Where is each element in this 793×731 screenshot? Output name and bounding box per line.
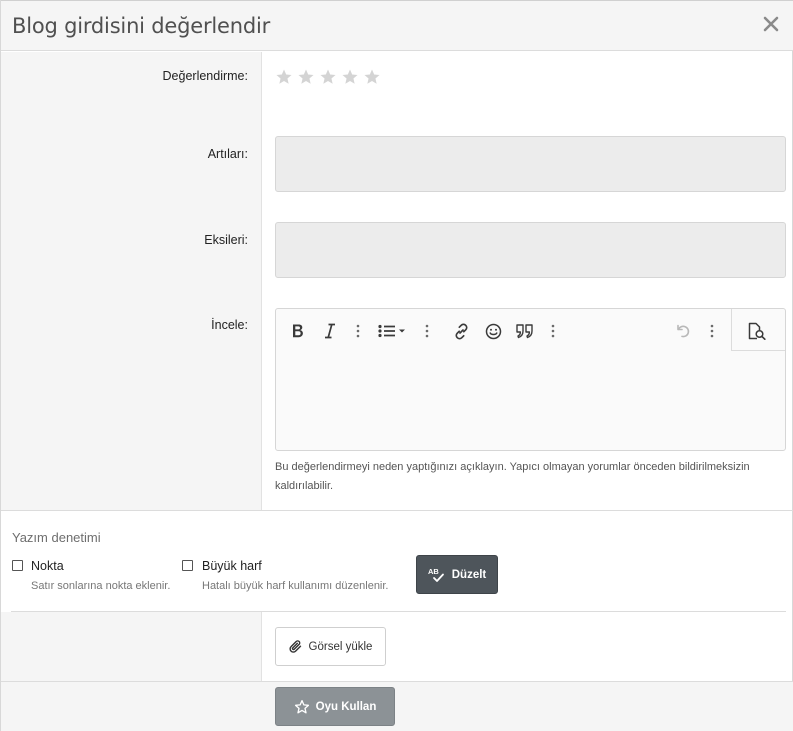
svg-text:AB: AB xyxy=(428,567,439,576)
rating-label: Değerlendirme: xyxy=(162,69,248,83)
dialog-header: Blog girdisini değerlendir xyxy=(1,0,793,51)
review-editor[interactable] xyxy=(275,308,786,451)
rating-stars[interactable] xyxy=(275,68,381,86)
italic-icon[interactable] xyxy=(322,321,338,341)
review-label: İncele: xyxy=(211,318,248,332)
star-outline-icon xyxy=(294,699,309,713)
dialog-footer xyxy=(1,681,793,731)
list-icon[interactable] xyxy=(378,321,408,341)
label-column xyxy=(1,612,262,682)
spellcheck-icon: AB xyxy=(428,567,444,582)
close-icon[interactable] xyxy=(762,15,780,33)
rate-blog-entry-dialog: Blog girdisini değerlendir Değerlendirme… xyxy=(0,0,793,731)
star-icon[interactable] xyxy=(275,68,293,86)
paperclip-icon xyxy=(288,639,301,653)
preview-icon[interactable] xyxy=(746,321,768,341)
period-checkbox[interactable] xyxy=(12,560,23,571)
link-icon[interactable] xyxy=(452,321,470,341)
pros-input[interactable] xyxy=(275,136,786,192)
toolbar-separator xyxy=(731,309,732,350)
label-column xyxy=(1,52,262,510)
more-vertical-icon[interactable] xyxy=(708,321,716,341)
upload-image-button[interactable]: Görsel yükle xyxy=(275,627,386,666)
cons-input[interactable] xyxy=(275,222,786,278)
bold-icon[interactable] xyxy=(289,321,307,341)
quote-icon[interactable] xyxy=(514,321,536,341)
dialog-title: Blog girdisini değerlendir xyxy=(12,14,271,38)
more-vertical-icon[interactable] xyxy=(549,321,557,341)
spellcheck-title: Yazım denetimi xyxy=(12,530,101,545)
upload-image-label: Görsel yükle xyxy=(308,640,373,653)
section-divider xyxy=(1,510,793,511)
editor-toolbar xyxy=(276,309,785,351)
undo-icon[interactable] xyxy=(674,321,692,341)
submit-vote-button[interactable]: Oyu Kullan xyxy=(275,687,395,726)
period-checkbox-description: Satır sonlarına nokta eklenir. xyxy=(31,580,171,592)
capitalization-checkbox[interactable] xyxy=(182,560,193,571)
toolbar-separator xyxy=(731,350,785,351)
star-icon[interactable] xyxy=(319,68,337,86)
capitalization-checkbox-label[interactable]: Büyük harf xyxy=(202,559,262,573)
star-icon[interactable] xyxy=(297,68,315,86)
pros-label: Artıları: xyxy=(207,147,248,161)
more-vertical-icon[interactable] xyxy=(354,321,362,341)
smile-icon[interactable] xyxy=(484,321,502,341)
period-checkbox-label[interactable]: Nokta xyxy=(31,559,64,573)
review-hint: Bu değerlendirmeyi neden yaptığınızı açı… xyxy=(275,461,750,492)
more-vertical-icon[interactable] xyxy=(423,321,431,341)
submit-vote-label: Oyu Kullan xyxy=(315,700,377,713)
fix-button[interactable]: AB Düzelt xyxy=(416,555,498,594)
capitalization-checkbox-description: Hatalı büyük harf kullanımı düzenlenir. xyxy=(202,580,389,592)
star-icon[interactable] xyxy=(341,68,359,86)
star-icon[interactable] xyxy=(363,68,381,86)
fix-button-label: Düzelt xyxy=(451,568,487,581)
cons-label: Eksileri: xyxy=(204,233,248,247)
